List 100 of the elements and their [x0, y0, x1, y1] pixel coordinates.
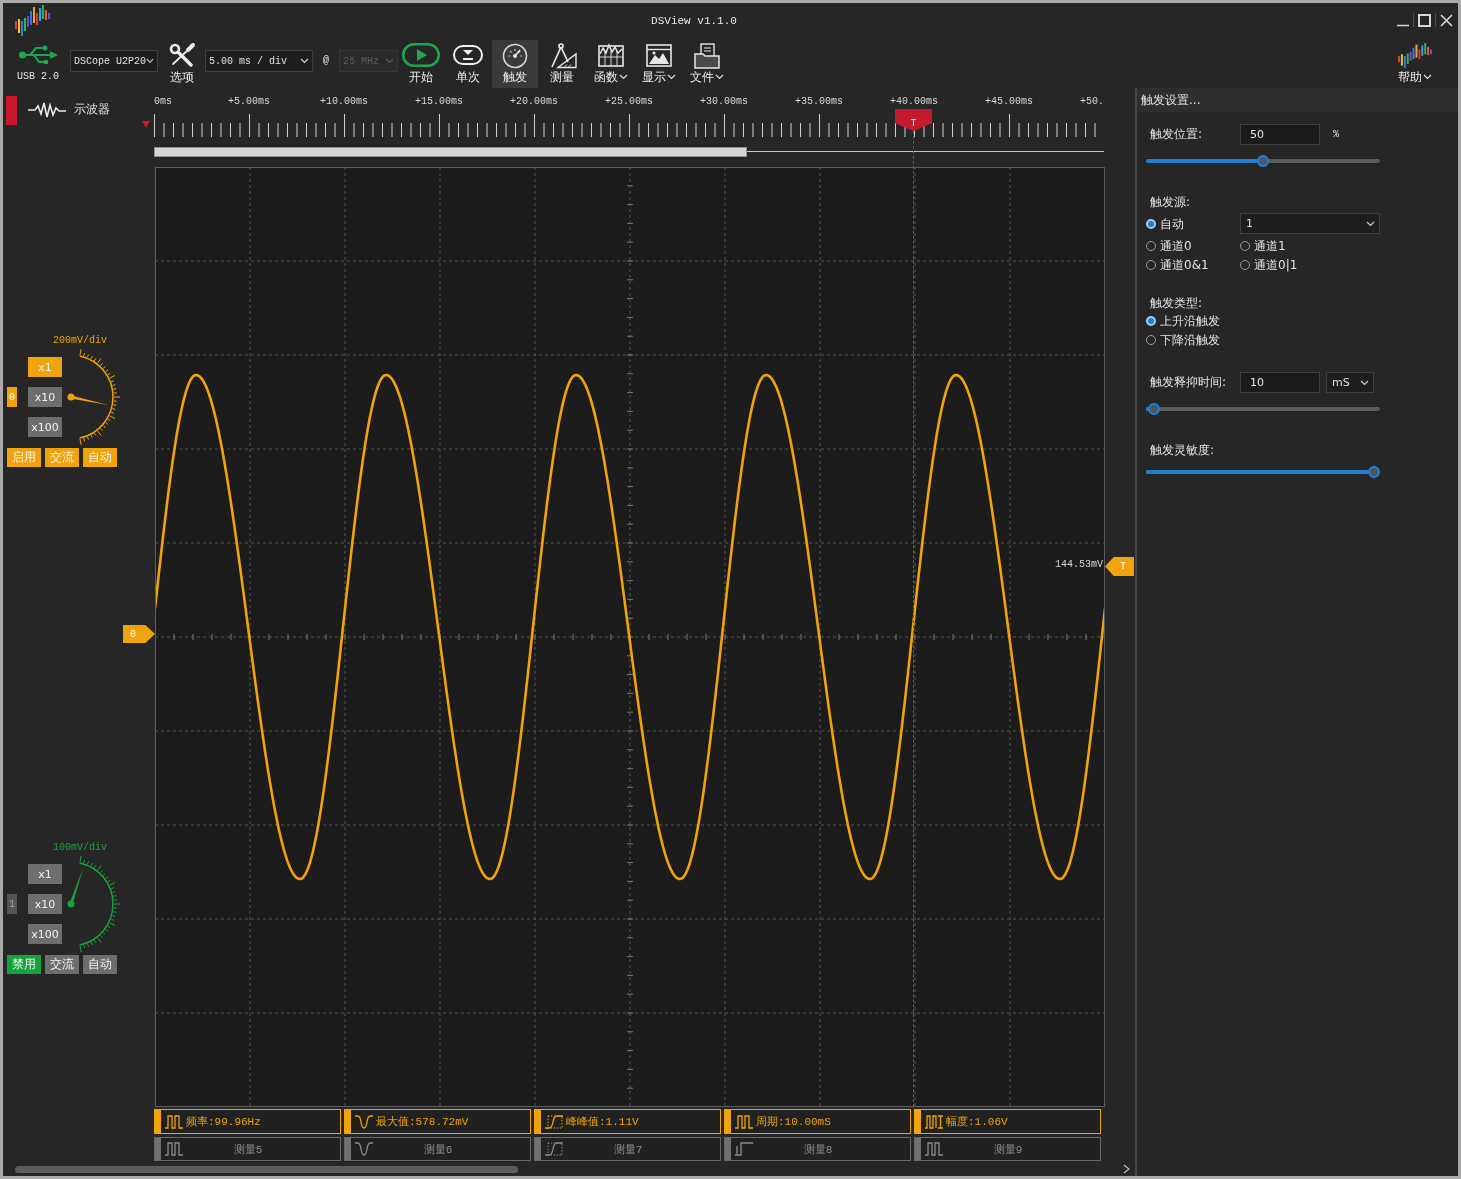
square-wave-icon	[164, 1142, 184, 1156]
measurement-slot[interactable]: 测量6	[344, 1137, 531, 1161]
measurement-slot[interactable]: 测量7	[534, 1137, 721, 1161]
trigger-level-reading: 144.53mV	[1055, 559, 1103, 571]
section-label: 触发源:	[1150, 196, 1191, 208]
trigger-button[interactable]: 触发	[492, 40, 538, 88]
at-label: @	[323, 55, 329, 67]
channel-option-button[interactable]: 自动	[83, 955, 117, 974]
logo-icon	[15, 5, 51, 36]
time-label: +20.00ms	[510, 95, 558, 109]
section-label: 触发灵敏度:	[1150, 444, 1215, 456]
radio-option[interactable]: 下降沿触发	[1146, 333, 1220, 347]
tools-icon	[169, 43, 195, 67]
time-label: +30.00ms	[700, 95, 748, 109]
volts-per-div-label: 100mV/div	[53, 842, 107, 854]
time-label: +15.00ms	[415, 95, 463, 109]
time-label: +25.00ms	[605, 95, 653, 109]
bracket-pulse-icon	[924, 1114, 944, 1129]
folder-icon	[694, 43, 720, 69]
maximize-icon[interactable]	[1418, 13, 1431, 27]
caret-icon	[146, 58, 154, 64]
measurement-slot[interactable]: 测量8	[724, 1137, 911, 1161]
measurement-slot[interactable]: 测量5	[154, 1137, 341, 1161]
caret-icon	[385, 58, 394, 64]
panel-title-bar: 触发设置...	[1137, 88, 1458, 112]
probe-button[interactable]: x100	[28, 417, 62, 437]
square-wave-icon	[164, 1114, 184, 1129]
help-menu-button[interactable]: 帮助	[1394, 40, 1436, 88]
step-wave-icon	[734, 1142, 754, 1156]
channel-index: 1	[7, 894, 17, 914]
mode-indicator	[6, 96, 17, 125]
radio-option[interactable]: 自动	[1146, 216, 1184, 231]
square-wave-icon	[924, 1142, 944, 1156]
sensitivity-slider[interactable]	[1146, 466, 1380, 478]
device-select[interactable]: DSCope U2P20	[70, 50, 158, 72]
timebase-select[interactable]: 5.00 ms / div	[205, 50, 313, 72]
dip-wave-icon	[354, 1114, 374, 1129]
start-button[interactable]: 开始	[401, 40, 441, 88]
channel-index: 0	[7, 387, 17, 407]
measurement-slot[interactable]: 频率:99.96Hz	[154, 1109, 341, 1134]
usb-icon	[18, 44, 58, 66]
radio-option[interactable]: 通道0|1	[1240, 258, 1298, 272]
holdoff-slider[interactable]	[1146, 403, 1380, 415]
unit-label: %	[1333, 129, 1339, 140]
caret-icon	[1360, 379, 1369, 386]
trigger-position-field[interactable]: 50	[1240, 124, 1320, 145]
trigger-marker[interactable]: T	[895, 109, 932, 131]
caret-icon	[300, 58, 309, 64]
channel-option-button[interactable]: 交流	[45, 955, 79, 974]
measurement-slot[interactable]: 周期:10.00mS	[724, 1109, 911, 1134]
picture-icon	[646, 43, 672, 67]
radio-option[interactable]: 通道1	[1240, 239, 1286, 253]
scroll-right-icon[interactable]	[1123, 1164, 1130, 1174]
slider-thumb[interactable]	[1148, 403, 1161, 415]
time-label: +10.00ms	[320, 95, 368, 109]
options-button[interactable]: 选项	[166, 40, 198, 88]
probe-button[interactable]: x1	[28, 864, 62, 884]
single-button[interactable]: 单次	[450, 40, 486, 88]
section-label: 触发类型:	[1150, 297, 1203, 309]
time-label: +50.	[1080, 95, 1104, 109]
radio-option[interactable]: 通道0	[1146, 239, 1192, 253]
trigger-source-select[interactable]: 1	[1240, 213, 1380, 234]
measurement-slot[interactable]: 测量9	[914, 1137, 1101, 1161]
square-wave-icon	[734, 1114, 754, 1129]
file-menu-button[interactable]: 文件	[686, 40, 728, 88]
measurement-slot[interactable]: 峰峰值:1.11V	[534, 1109, 721, 1134]
radio-button[interactable]	[1146, 316, 1156, 326]
time-label: +45.00ms	[985, 95, 1033, 109]
scrollbar-thumb[interactable]	[15, 1165, 518, 1173]
measure-button[interactable]: 测量	[543, 40, 580, 88]
logo-icon	[1397, 43, 1433, 68]
chart-icon	[598, 43, 624, 67]
caret-icon	[1366, 220, 1375, 227]
gauge-icon	[502, 43, 528, 69]
field-label: 触发释抑时间:	[1150, 374, 1227, 391]
time-label: 0ms	[154, 95, 172, 109]
down-triangle-icon	[142, 121, 150, 128]
unit-select[interactable]: mS	[1326, 372, 1374, 393]
display-menu-button[interactable]: 显示	[638, 40, 680, 88]
close-icon[interactable]	[1440, 13, 1453, 27]
probe-button[interactable]: x100	[28, 924, 62, 944]
trigger-position-slider[interactable]	[1146, 155, 1380, 167]
slider-thumb[interactable]	[1368, 466, 1380, 478]
usb-label: USB 2.0	[17, 71, 59, 83]
time-scrollbar-thumb[interactable]	[154, 146, 747, 157]
holdoff-field[interactable]: 10	[1240, 372, 1320, 393]
probe-button[interactable]: x10	[28, 894, 62, 914]
play-icon	[402, 43, 440, 67]
probe-button[interactable]: x10	[28, 387, 62, 407]
mode-label[interactable]: 示波器	[74, 102, 110, 116]
slider-thumb[interactable]	[1257, 155, 1269, 167]
volts-per-div-label: 200mV/div	[53, 335, 107, 347]
measurement-slot[interactable]: 最大值:578.72mV	[344, 1109, 531, 1134]
measurement-slot[interactable]: 幅度:1.06V	[914, 1109, 1101, 1134]
radio-button[interactable]	[1146, 218, 1156, 229]
time-label: +5.00ms	[228, 95, 270, 109]
function-menu-button[interactable]: 函数	[590, 40, 632, 88]
rising-curve-icon	[544, 1142, 564, 1156]
radio-option[interactable]: 通道0&1	[1146, 258, 1209, 272]
radio-option[interactable]: 上升沿触发	[1146, 314, 1220, 328]
